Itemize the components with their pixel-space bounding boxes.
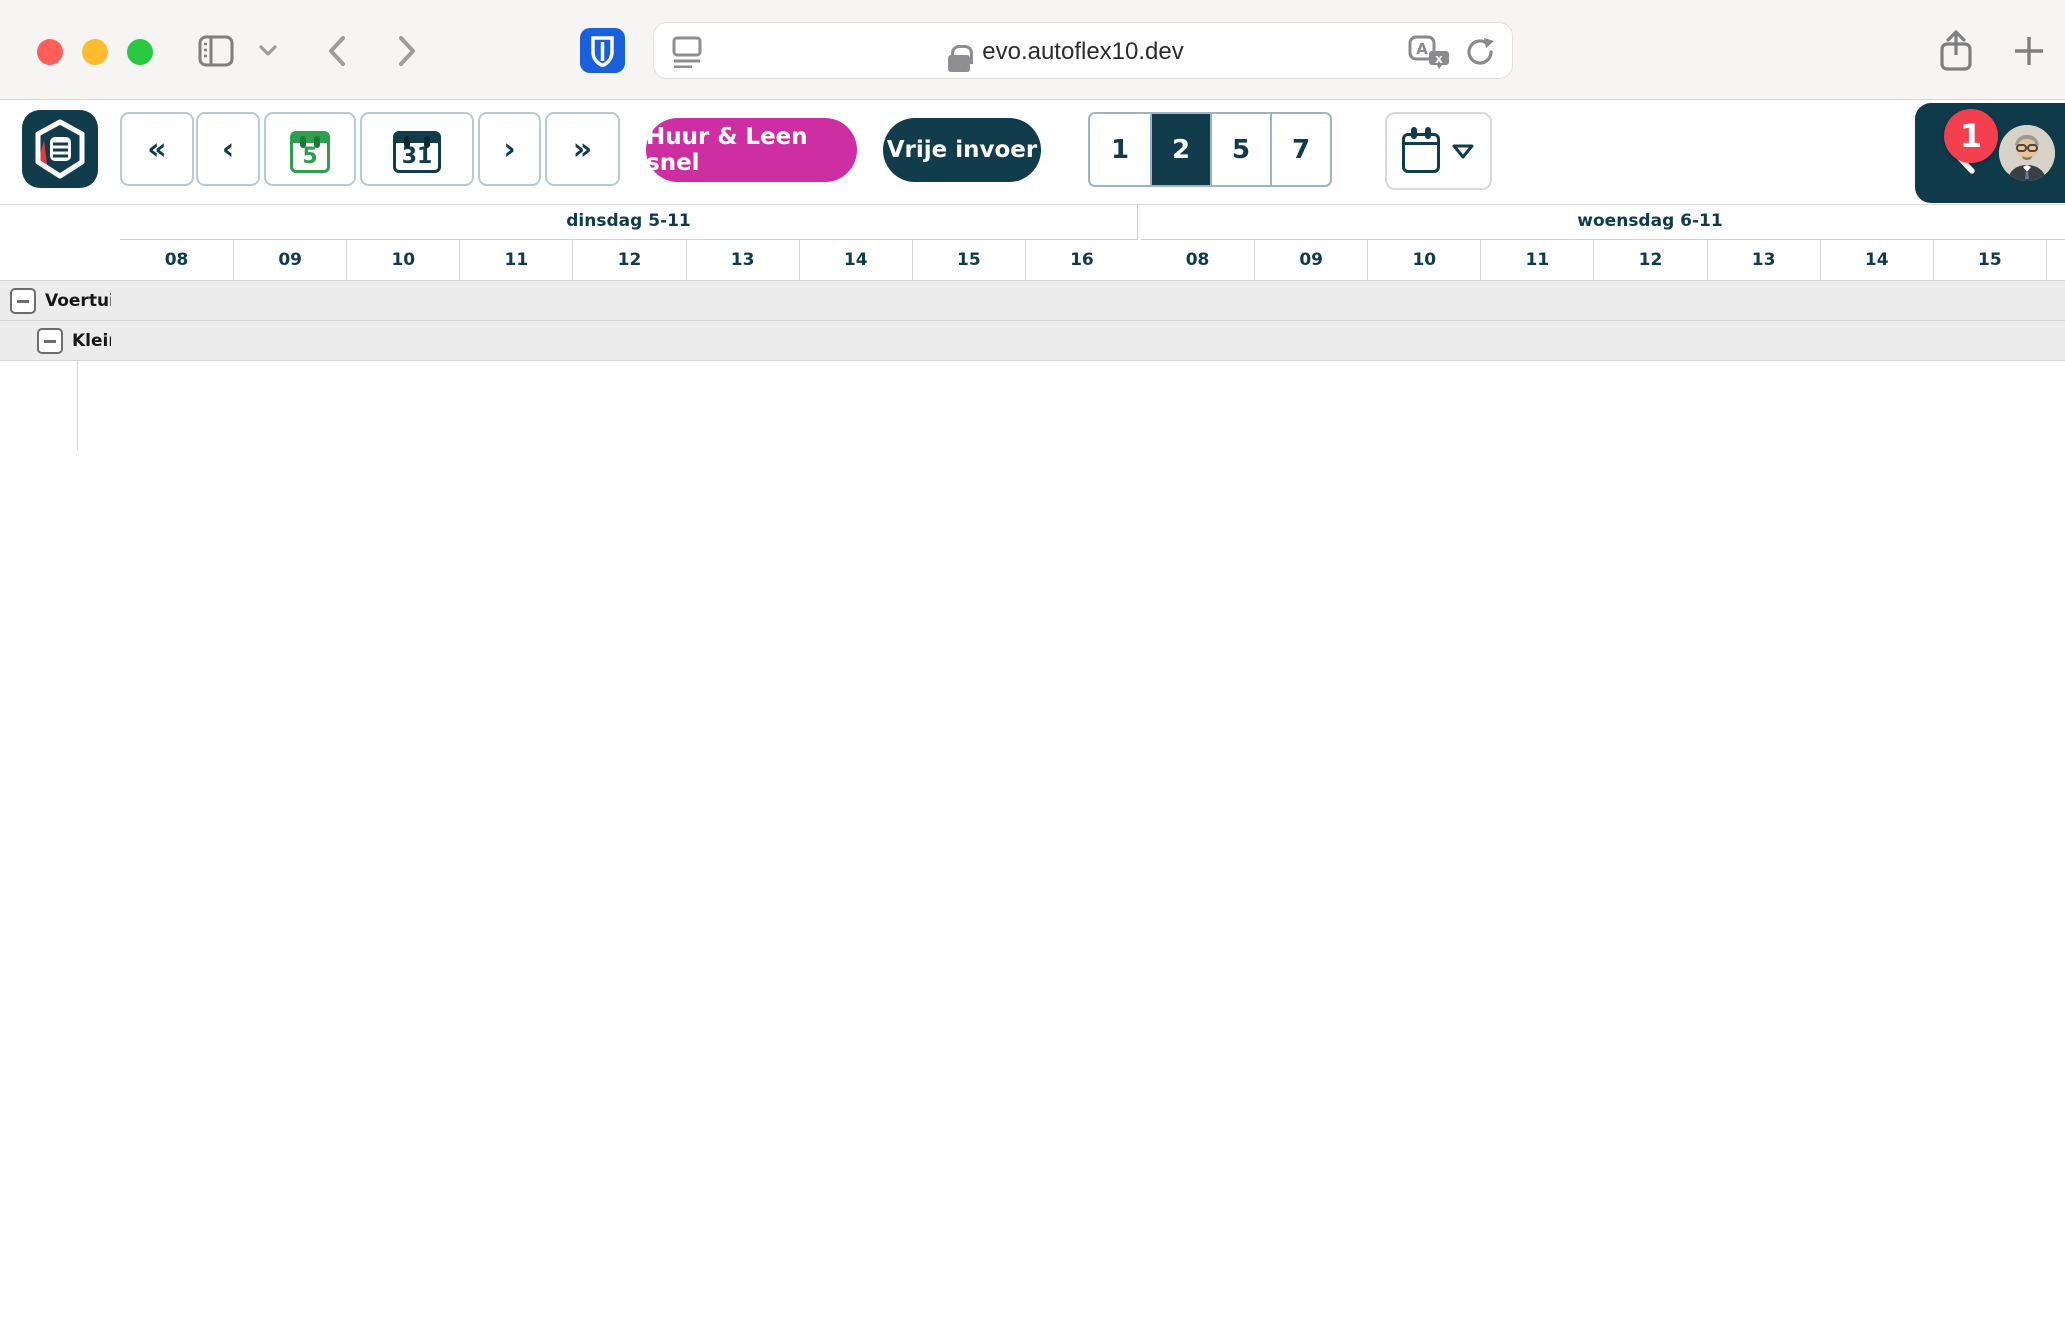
- url-text: evo.autoflex10.dev: [654, 23, 1512, 80]
- hour-header: 09: [1254, 240, 1367, 280]
- hour-header: 15: [912, 240, 1025, 280]
- go-month-button[interactable]: 31: [360, 112, 474, 186]
- group-row: Klein: [0, 320, 2065, 360]
- share-icon[interactable]: [1938, 29, 1974, 73]
- hour-header: 12: [1593, 240, 1706, 280]
- reload-icon[interactable]: [1464, 35, 1496, 69]
- view-option-1[interactable]: 1: [1090, 114, 1150, 185]
- notification-badge[interactable]: 1: [1944, 109, 1998, 163]
- svg-text:A: A: [1416, 40, 1428, 58]
- vrije-invoer-button[interactable]: Vrije invoer: [883, 118, 1041, 182]
- translate-icon[interactable]: A x: [1408, 35, 1450, 69]
- hour-header: 16: [1025, 240, 1138, 280]
- hour-header: 09: [233, 240, 346, 280]
- collapse-toggle-icon[interactable]: [37, 328, 63, 354]
- go-next-button[interactable]: ›: [478, 112, 541, 186]
- hour-header: 13: [1707, 240, 1820, 280]
- app-toolbar: « ‹ 5 31 › » Huur & Leen snel Vrije invo…: [0, 101, 2065, 205]
- lock-icon: [948, 55, 970, 72]
- hour-header: 16: [2046, 240, 2065, 280]
- group-label: Klein: [72, 321, 111, 360]
- browser-chrome: evo.autoflex10.dev A x: [0, 0, 2065, 100]
- back-button[interactable]: [326, 34, 348, 68]
- day-header: dinsdag 5-11: [120, 205, 1138, 240]
- calendar-month-icon: 31: [393, 131, 441, 173]
- sidebar-cell: Voertuigen: [0, 281, 119, 320]
- new-tab-icon[interactable]: [2012, 34, 2046, 68]
- planner-grid: dinsdag 5-11080910111213141516woensdag 6…: [0, 205, 2065, 1325]
- huur-leen-snel-button[interactable]: Huur & Leen snel: [646, 118, 857, 182]
- group-label: Voertuigen: [45, 281, 111, 320]
- hour-header: 10: [346, 240, 459, 280]
- view-day-count-switch: 1257: [1088, 112, 1332, 187]
- go-today-button[interactable]: 5: [264, 112, 356, 186]
- user-avatar[interactable]: [1999, 125, 2055, 181]
- collapse-toggle-icon[interactable]: [10, 288, 36, 314]
- bitwarden-extension-icon[interactable]: [580, 28, 625, 73]
- zoom-window-button[interactable]: [127, 39, 153, 65]
- go-previous-button[interactable]: ‹: [196, 112, 260, 186]
- hour-header: 10: [1367, 240, 1480, 280]
- forward-button[interactable]: [396, 34, 418, 68]
- calendar-picker-button[interactable]: [1385, 112, 1492, 190]
- hour-header: 14: [1820, 240, 1933, 280]
- calendar-icon: [1402, 133, 1440, 173]
- address-bar[interactable]: evo.autoflex10.dev A x: [653, 22, 1513, 79]
- screen: evo.autoflex10.dev A x: [0, 0, 2065, 1325]
- vehicle-row: [0, 360, 2065, 450]
- group-row: Voertuigen: [0, 280, 2065, 320]
- hour-header: 13: [686, 240, 799, 280]
- hour-header: 11: [1480, 240, 1593, 280]
- minimize-window-button[interactable]: [82, 39, 108, 65]
- view-option-7[interactable]: 7: [1270, 114, 1330, 185]
- sidebar-menu-chevron-icon[interactable]: [258, 44, 278, 58]
- svg-text:x: x: [1435, 52, 1443, 66]
- view-option-2[interactable]: 2: [1150, 114, 1210, 185]
- sidebar-cell: Klein: [0, 321, 119, 360]
- autoflex-logo[interactable]: [22, 110, 98, 188]
- day-header: woensdag 6-11: [1141, 205, 2065, 240]
- sidebar-cell: [0, 361, 119, 450]
- sidebar-toggle-icon[interactable]: [198, 35, 234, 67]
- go-first-button[interactable]: «: [120, 112, 194, 186]
- hour-header: 15: [1933, 240, 2046, 280]
- hour-header: 12: [572, 240, 685, 280]
- hour-header: 11: [459, 240, 572, 280]
- hour-header: 08: [120, 240, 233, 280]
- hour-header: 08: [1141, 240, 1254, 280]
- chevron-down-icon: [1450, 141, 1476, 161]
- close-window-button[interactable]: [37, 39, 63, 65]
- view-option-5[interactable]: 5: [1210, 114, 1270, 185]
- calendar-day-icon: 5: [290, 131, 330, 173]
- hour-header: 14: [799, 240, 912, 280]
- go-last-button[interactable]: »: [545, 112, 620, 186]
